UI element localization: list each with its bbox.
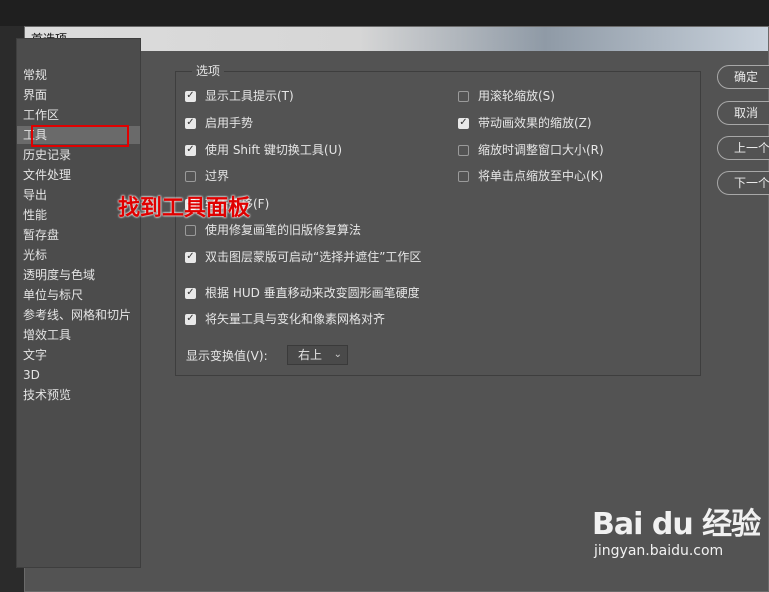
background-strip (0, 0, 769, 26)
checkbox-label: 用滚轮缩放(S) (478, 89, 555, 103)
prev-button[interactable]: 上一个 (717, 136, 769, 160)
checkbox-label: 过界 (205, 169, 230, 183)
snap-vector-tools-checkbox[interactable]: 将矢量工具与变化和像素网格对齐 (185, 311, 385, 327)
chevron-down-icon: ⌄ (333, 349, 342, 360)
checkbox-checked-icon (185, 251, 196, 263)
checkbox-unchecked-icon (458, 144, 469, 156)
checkbox-label: 将单击点缩放至中心(K) (478, 169, 604, 183)
checkbox-checked-icon (185, 313, 196, 325)
checkbox-label: 启用手势 (205, 116, 254, 130)
cancel-button[interactable]: 取消 (717, 101, 769, 125)
sidebar-item-tools[interactable]: 工具 (17, 126, 140, 144)
hud-brush-hardness-checkbox[interactable]: 根据 HUD 垂直移动来改变圆形画笔硬度 (185, 285, 420, 301)
next-button[interactable]: 下一个 (717, 171, 769, 195)
checkbox-checked-icon (185, 144, 196, 156)
sidebar-item-3d[interactable]: 3D (17, 366, 140, 384)
zoom-resize-windows-checkbox[interactable]: 缩放时调整窗口大小(R) (458, 142, 604, 158)
checkbox-label: 双击图层蒙版可启动“选择并遮住”工作区 (205, 250, 422, 264)
shift-switch-tools-checkbox[interactable]: 使用 Shift 键切换工具(U) (185, 142, 342, 158)
zoom-clicked-point-checkbox[interactable]: 将单击点缩放至中心(K) (458, 168, 603, 184)
annotation-text: 找到工具面板 (118, 196, 251, 221)
sidebar-item-scratch-disks[interactable]: 暂存盘 (17, 226, 140, 244)
checkbox-label: 使用修复画笔的旧版修复算法 (205, 223, 362, 237)
sidebar-item-transparency[interactable]: 透明度与色域 (17, 266, 140, 284)
transform-values-select[interactable]: 右上 ⌄ (287, 345, 348, 365)
double-click-mask-checkbox[interactable]: 双击图层蒙版可启动“选择并遮住”工作区 (185, 249, 421, 265)
ok-button[interactable]: 确定 (717, 65, 769, 89)
checkbox-label: 将矢量工具与变化和像素网格对齐 (205, 312, 386, 326)
checkbox-label: 带动画效果的缩放(Z) (478, 116, 592, 130)
checkbox-label: 显示工具提示(T) (205, 89, 294, 103)
options-legend: 选项 (192, 63, 225, 79)
checkbox-unchecked-icon (185, 224, 196, 236)
sidebar-item-history[interactable]: 历史记录 (17, 146, 140, 164)
sidebar-item-type[interactable]: 文字 (17, 346, 140, 364)
select-value: 右上 (298, 348, 323, 362)
checkbox-checked-icon (185, 287, 196, 299)
show-tooltips-checkbox[interactable]: 显示工具提示(T) (185, 88, 294, 104)
sidebar-item-cursors[interactable]: 光标 (17, 246, 140, 264)
enable-gestures-checkbox[interactable]: 启用手势 (185, 115, 253, 131)
transform-values-label: 显示变换值(V): (186, 349, 268, 363)
checkbox-label: 缩放时调整窗口大小(R) (478, 143, 604, 157)
sidebar-item-units[interactable]: 单位与标尺 (17, 286, 140, 304)
checkbox-unchecked-icon (458, 90, 469, 102)
checkbox-checked-icon (185, 117, 196, 129)
sidebar-item-tech-preview[interactable]: 技术预览 (17, 386, 140, 404)
checkbox-label: 根据 HUD 垂直移动来改变圆形画笔硬度 (205, 286, 420, 300)
sidebar-item-interface[interactable]: 界面 (17, 86, 140, 104)
sidebar-item-file-handling[interactable]: 文件处理 (17, 166, 140, 184)
animated-zoom-checkbox[interactable]: 带动画效果的缩放(Z) (458, 115, 592, 131)
sidebar-item-workspace[interactable]: 工作区 (17, 106, 140, 124)
checkbox-label: 使用 Shift 键切换工具(U) (205, 143, 343, 157)
overscroll-checkbox[interactable]: 过界 (185, 168, 229, 184)
checkbox-checked-icon (185, 90, 196, 102)
sidebar-item-plugins[interactable]: 增效工具 (17, 326, 140, 344)
checkbox-checked-icon (458, 117, 469, 129)
preferences-sidebar: 常规 界面 工作区 工具 历史记录 文件处理 导出 性能 暂存盘 光标 透明度与… (16, 38, 141, 568)
checkbox-unchecked-icon (185, 170, 196, 182)
sidebar-item-general[interactable]: 常规 (17, 66, 140, 84)
sidebar-item-guides[interactable]: 参考线、网格和切片 (17, 306, 140, 324)
zoom-scroll-wheel-checkbox[interactable]: 用滚轮缩放(S) (458, 88, 555, 104)
checkbox-unchecked-icon (458, 170, 469, 182)
legacy-healing-checkbox[interactable]: 使用修复画笔的旧版修复算法 (185, 222, 361, 238)
